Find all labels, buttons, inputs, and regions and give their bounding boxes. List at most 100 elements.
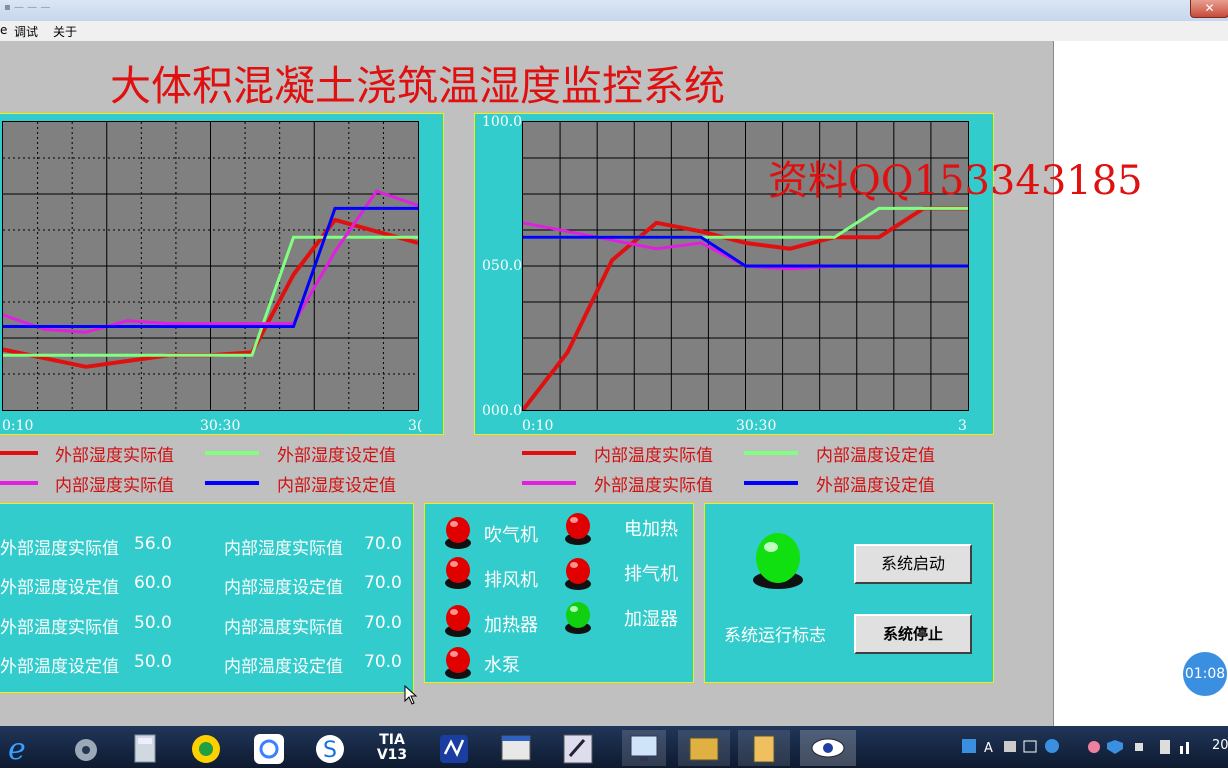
legend-swatch [0, 481, 38, 485]
indicator-label: 加湿器 [624, 609, 678, 630]
eye-app-icon[interactable] [800, 730, 856, 766]
clock-badge[interactable]: 01:08 [1183, 652, 1227, 696]
indicator-label: 排气机 [624, 564, 678, 585]
tray-clock-fragment: 20 [1212, 738, 1228, 753]
data-point [566, 350, 569, 354]
indicator-label: 加热器 [484, 615, 538, 636]
legend-label: 外部温度实际值 [594, 476, 713, 496]
data-point [126, 353, 129, 357]
data-point [610, 235, 614, 239]
data-point [699, 235, 703, 239]
data-point [84, 324, 88, 328]
chart-left-xtick: 30:30 [200, 418, 241, 434]
svg-text:e: e [8, 732, 26, 766]
sogou-icon[interactable]: S [310, 730, 350, 766]
legend-label: 内部温度设定值 [816, 446, 935, 466]
system-stop-button[interactable]: 系统停止 [854, 614, 972, 654]
data-point [209, 322, 212, 326]
chart-right-xtick: 3 [958, 418, 967, 434]
data-point [375, 235, 378, 239]
value-readout: 50.0 [134, 652, 172, 672]
data-point [209, 324, 212, 328]
data-point [250, 353, 254, 357]
indicator-lamp-exhaust-fan [445, 557, 471, 589]
tia-portal-icon[interactable]: TIA V13 [372, 730, 412, 766]
data-point [877, 235, 881, 239]
data-point [333, 218, 337, 222]
cloud-drive-icon[interactable] [249, 730, 289, 766]
chart-left-svg [1, 122, 420, 410]
data-point [877, 264, 881, 268]
value-label: 内部温度设定值 [224, 657, 343, 677]
legend-label: 外部湿度设定值 [277, 446, 396, 466]
system-panel [704, 503, 994, 683]
chart-right-ytick: 050.0 [482, 258, 523, 274]
value-readout: 50.0 [134, 613, 172, 633]
window-title-fragment: ▪ — — — [4, 2, 51, 13]
legend-swatch [522, 481, 576, 485]
puzzle-app-icon[interactable] [678, 730, 730, 766]
menu-bar: e 调试 关于 [0, 21, 1228, 41]
calculator-icon[interactable] [125, 730, 165, 766]
chart-right-xtick: 0:10 [522, 418, 554, 434]
data-point [375, 206, 378, 210]
data-point [333, 206, 337, 210]
data-point [744, 264, 747, 268]
ie-icon[interactable]: e [2, 730, 42, 767]
data-point [126, 319, 129, 323]
tia-label: TIA [379, 732, 405, 748]
data-point [655, 235, 658, 239]
menu-about[interactable]: 关于 [53, 23, 77, 40]
settings-gear-icon[interactable] [66, 730, 106, 766]
data-point [699, 229, 703, 233]
window-titlebar: ▪ — — — ✕ [0, 0, 1228, 21]
value-label: 外部湿度设定值 [0, 578, 119, 598]
data-point [43, 324, 46, 328]
hmi-app-icon[interactable] [622, 730, 666, 766]
indicator-lamp-humidifier [565, 602, 591, 634]
book-app-icon[interactable] [738, 730, 790, 766]
value-readout: 70.0 [364, 613, 402, 633]
value-label: 外部湿度实际值 [0, 539, 119, 559]
pen-app-icon[interactable] [558, 730, 598, 766]
data-point [250, 322, 254, 326]
chart-right-xtick: 30:30 [736, 418, 777, 434]
data-point [333, 235, 337, 239]
data-point [566, 235, 569, 239]
tia-version: V13 [376, 747, 408, 763]
data-point [610, 258, 614, 262]
data-point [833, 235, 836, 239]
data-point [744, 235, 747, 239]
legend-swatch [744, 481, 798, 485]
data-point [250, 324, 254, 328]
watermark: 资料QQ153343185 [768, 158, 1143, 204]
svg-text:S: S [323, 738, 337, 763]
close-button[interactable]: ✕ [1190, 0, 1228, 18]
close-icon: ✕ [1204, 1, 1215, 15]
indicator-lamp-blower [445, 517, 471, 549]
data-point [333, 250, 337, 254]
value-label: 内部温度实际值 [224, 618, 343, 638]
indicator-lamp-vent [565, 558, 591, 590]
menu-fragment[interactable]: e [0, 23, 7, 37]
legend-swatch [205, 481, 259, 485]
data-point [375, 229, 378, 233]
run-flag-label: 系统运行标志 [724, 626, 826, 646]
system-start-button[interactable]: 系统启动 [854, 544, 972, 584]
app-icon-green[interactable] [186, 730, 226, 766]
data-point [167, 353, 171, 357]
menu-debug[interactable]: 调试 [14, 23, 38, 40]
data-point [699, 241, 703, 245]
data-point [788, 267, 792, 271]
legend-label: 内部湿度实际值 [55, 476, 174, 496]
indicator-label: 电加热 [624, 519, 678, 540]
legend-label: 内部湿度设定值 [277, 476, 396, 496]
indicator-lamp-heater [445, 605, 471, 637]
system-tray: A [960, 736, 1205, 758]
value-readout: 70.0 [364, 652, 402, 672]
legend-swatch [522, 451, 576, 455]
wave-app-icon[interactable] [434, 730, 474, 766]
chart-right-ytick: 000.0 [482, 403, 523, 419]
window-app-icon[interactable] [496, 730, 536, 766]
indicator-lamp-pump [445, 647, 471, 679]
